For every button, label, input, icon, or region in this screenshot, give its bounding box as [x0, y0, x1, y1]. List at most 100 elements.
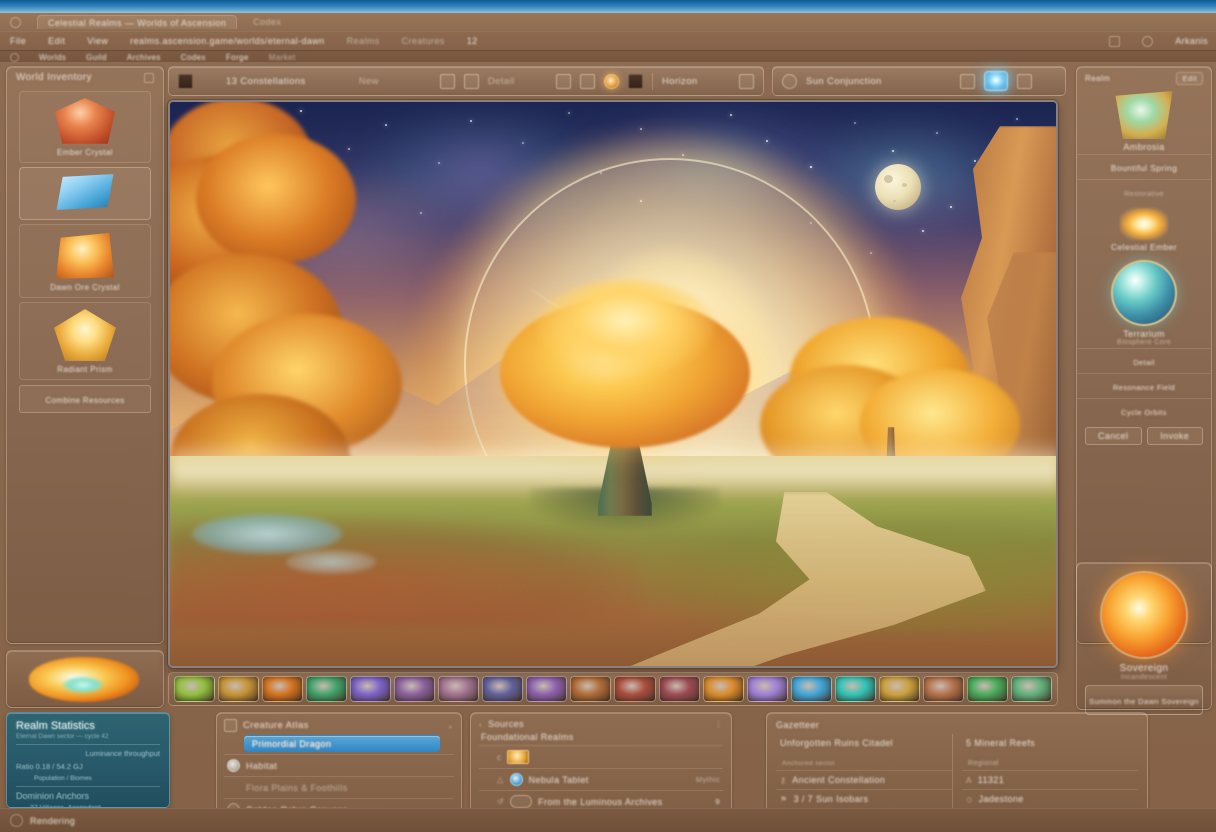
inventory-slot-dawn-ore[interactable]: Dawn Ore Crystal — [19, 224, 151, 298]
table-row[interactable]: ⚷ Ancient Constellation — [776, 770, 952, 789]
table-row[interactable]: ⚑ 3 / 7 Sun Isobars — [776, 789, 952, 808]
chevron-left-icon[interactable]: ‹ — [479, 720, 482, 729]
thumbnail-slot[interactable] — [438, 676, 480, 702]
bookmark-worlds[interactable]: Worlds — [39, 53, 66, 62]
card-terrarium[interactable]: Terrarium Biosphere Core — [1077, 254, 1211, 348]
menu-item-realms[interactable]: Realms — [347, 36, 380, 46]
atlas-selected-item[interactable]: Primordial Dragon — [244, 735, 440, 752]
bookmark-market[interactable]: Market — [269, 53, 296, 62]
sovereign-card[interactable]: Sovereign Incandescent Summon the Dawn S… — [1076, 562, 1212, 715]
atlas-item-flora[interactable]: Flora Plains & Foothills — [224, 776, 454, 798]
thumbnail-slot[interactable] — [350, 676, 392, 702]
thumbnail-slot[interactable] — [746, 676, 788, 702]
thumbnail-slot[interactable] — [614, 676, 656, 702]
artwork-viewport[interactable] — [168, 100, 1058, 668]
stats-line: Dominion Anchors — [16, 791, 90, 801]
bullet-icon: ᴄ — [497, 752, 502, 762]
atlas-item-habitat[interactable]: Habitat — [224, 754, 454, 776]
inventory-slot-radiant-prism[interactable]: Radiant Prism — [19, 302, 151, 380]
thumbnail-slot[interactable] — [394, 676, 436, 702]
inventory-slot-frost-shard[interactable]: Frost Shard — [19, 167, 151, 220]
toolbar-detail-label[interactable]: Detail — [488, 76, 515, 87]
left-panel-title: World Inventory — [16, 72, 92, 83]
detail-row[interactable]: Detail — [1077, 348, 1211, 373]
thumbnail-slot[interactable] — [702, 676, 744, 702]
address-text[interactable]: realms.ascension.game/worlds/eternal-daw… — [130, 36, 324, 46]
loop-icon[interactable] — [960, 73, 975, 89]
page-icon[interactable] — [463, 73, 479, 89]
hd-badge-icon[interactable] — [1041, 74, 1056, 89]
table-row[interactable]: 5 Mineral Reefs — [962, 734, 1138, 752]
layers-icon[interactable] — [439, 73, 455, 89]
gazetteer-cell: Unforgotten Ruins Citadel — [780, 738, 894, 748]
thumbnail-slot[interactable] — [922, 676, 964, 702]
thumbnail-slot[interactable] — [482, 676, 524, 702]
chevron-down-icon[interactable]: ⌄ — [447, 721, 454, 730]
list-icon[interactable] — [739, 73, 754, 89]
summon-button[interactable]: Summon the Dawn Sovereign — [1085, 685, 1203, 715]
browser-tab-active[interactable]: Celestial Realms — Worlds of Ascension — [37, 15, 238, 29]
notes-icon[interactable] — [1017, 73, 1032, 89]
table-row[interactable]: A 11321 — [962, 770, 1138, 789]
browser-tabstrip: Celestial Realms — Worlds of Ascension C… — [0, 13, 1216, 31]
thumbnail-slot[interactable] — [526, 676, 568, 702]
cycle-row[interactable]: Cycle Orbits — [1077, 398, 1211, 423]
search-icon[interactable] — [556, 73, 572, 89]
resonance-row[interactable]: Resonance Field — [1077, 373, 1211, 398]
browser-tab-secondary[interactable]: Codex — [253, 17, 281, 27]
bookmark-codex[interactable]: Codex — [181, 53, 206, 62]
gazetteer-cell: 5 Mineral Reefs — [966, 738, 1036, 748]
bookmark-archives[interactable]: Archives — [127, 53, 161, 62]
gazetteer-cell: Ancient Constellation — [792, 775, 886, 785]
filter-icon[interactable] — [580, 73, 596, 89]
menu-item-file[interactable]: File — [10, 36, 26, 46]
eclipse-icon[interactable] — [604, 73, 620, 89]
sources-row-0[interactable]: ᴄ — [479, 746, 723, 768]
invoke-button[interactable]: Invoke — [1146, 427, 1203, 445]
minimize-icon[interactable] — [1109, 35, 1121, 47]
thumbnail-slot[interactable] — [1010, 676, 1052, 702]
thumbnail-slot[interactable] — [878, 676, 920, 702]
stats-subtitle: Eternal Dawn sector — cycle 42 — [16, 733, 109, 740]
thumbnail-slot[interactable] — [570, 676, 612, 702]
thumbnail-slot[interactable] — [790, 676, 832, 702]
bookmark-star-icon[interactable] — [10, 52, 19, 62]
sources-row-nebula-tablet[interactable]: △ Nebula Tablet Mythic — [479, 768, 723, 790]
menu-item-view[interactable]: View — [87, 36, 108, 46]
cancel-button[interactable]: Cancel — [1085, 427, 1142, 445]
account-label[interactable]: Arkanis — [1175, 36, 1216, 46]
chevron-left-icon[interactable] — [144, 72, 154, 83]
thumbnail-slot[interactable] — [306, 676, 348, 702]
table-row[interactable]: ◇ Jadestone — [962, 789, 1138, 808]
grid-icon[interactable] — [178, 73, 193, 89]
card-ambrosia[interactable]: Ambrosia — [1077, 87, 1211, 154]
menu-item-edit[interactable]: Edit — [48, 36, 65, 46]
edit-button[interactable]: Edit — [1176, 72, 1203, 85]
combine-resources-button[interactable]: Combine Resources — [19, 385, 151, 413]
status-text: Rendering — [30, 815, 76, 826]
thumbnail-icon[interactable] — [628, 73, 644, 89]
thumbnail-slot[interactable] — [174, 676, 216, 702]
thumbnail-slot[interactable] — [658, 676, 700, 702]
crystal-glow-icon[interactable] — [984, 71, 1008, 91]
thumbnail-slot[interactable] — [966, 676, 1008, 702]
profile-icon[interactable] — [1142, 35, 1154, 47]
combine-resources-label: Combine Resources — [45, 396, 125, 405]
thumbnail-slot[interactable] — [834, 676, 876, 702]
featured-solar-bloom-card[interactable] — [6, 650, 164, 708]
bookmark-forge[interactable]: Forge — [226, 53, 249, 62]
thumbnail-slot[interactable] — [218, 676, 260, 702]
menu-item-creatures[interactable]: Creatures — [402, 36, 445, 46]
toolbar-new-label[interactable]: New — [359, 76, 379, 87]
more-icon[interactable]: ⋮ — [715, 720, 723, 729]
table-row[interactable]: Unforgotten Ruins Citadel — [776, 734, 952, 752]
refresh-icon: ↺ — [497, 797, 505, 806]
inventory-slot-ember-crystal[interactable]: Ember Crystal — [19, 91, 151, 163]
thumbnail-strip[interactable] — [168, 672, 1058, 706]
card-celestial-ember[interactable]: Celestial Ember — [1077, 204, 1211, 254]
star — [766, 140, 768, 142]
thumbnail-slot[interactable] — [262, 676, 304, 702]
eclipse-icon[interactable] — [782, 73, 797, 89]
bookmark-guild[interactable]: Guild — [86, 53, 107, 62]
notification-count[interactable]: 12 — [467, 36, 478, 46]
